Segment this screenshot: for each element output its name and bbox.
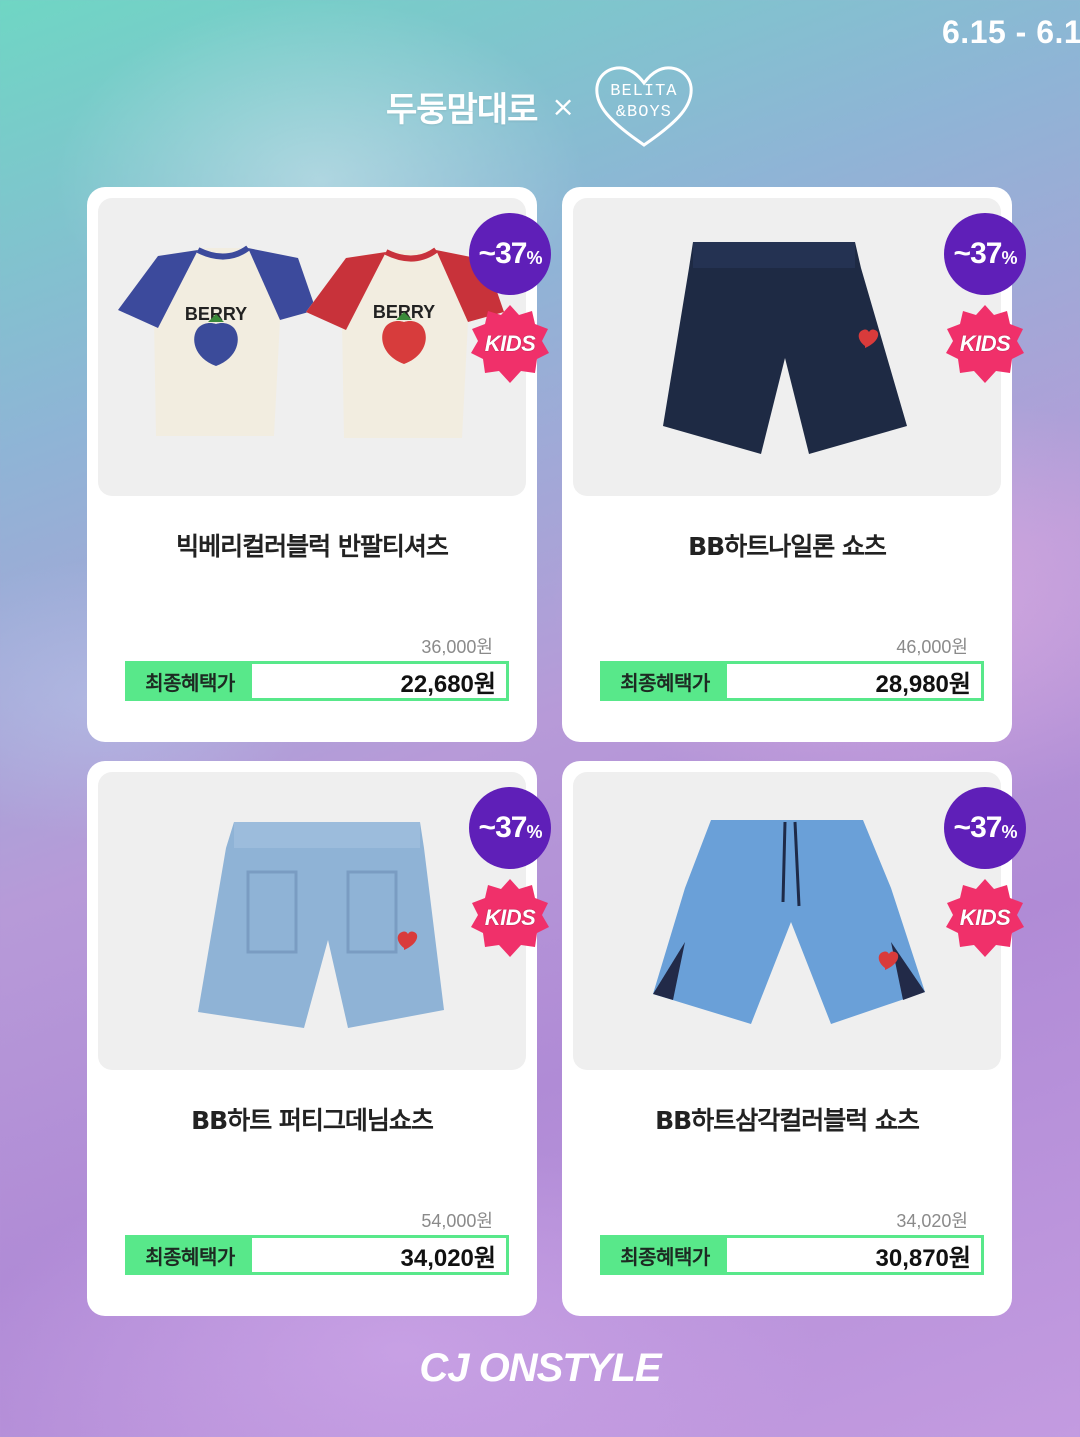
final-price: 30,870원 (875, 1244, 972, 1272)
brand-collab-logo: 두둥맘대로 × BELITA &BOYS (386, 60, 706, 152)
discount-badge: ~37% (944, 213, 1026, 295)
final-price-label: 최종혜택가 (603, 1238, 727, 1272)
final-price-bar: 최종혜택가 22,680원 (125, 661, 509, 701)
kids-badge: KIDS (469, 303, 551, 385)
kids-badge: KIDS (469, 877, 551, 959)
product-name[interactable]: BB하트 퍼티그데님쇼츠 (87, 1101, 537, 1137)
product-name[interactable]: 빅베리컬러블럭 반팔티셔츠 (87, 527, 537, 563)
belita-boys-heart-logo: BELITA &BOYS (589, 61, 699, 151)
discount-badge: ~37% (469, 787, 551, 869)
final-price-bar: 최종혜택가 34,020원 (125, 1235, 509, 1275)
final-price-label: 최종혜택가 (128, 664, 252, 698)
product-name[interactable]: BB하트삼각컬러블럭 쇼츠 (562, 1101, 1012, 1137)
discount-badge: ~37% (469, 213, 551, 295)
product-card[interactable]: ~37% KIDS BB하트나일론 쇼츠 46,000원 최종혜택가 28,98… (562, 187, 1026, 742)
final-price: 34,020원 (400, 1244, 497, 1272)
brand-korean-logo: 두둥맘대로 (386, 89, 538, 130)
original-price: 36,000원 (421, 637, 493, 657)
final-price: 28,980원 (875, 670, 972, 698)
final-price-label: 최종혜택가 (128, 1238, 252, 1272)
final-price: 22,680원 (400, 670, 497, 698)
product-image[interactable]: BERRY BERRY (98, 198, 526, 496)
kids-badge: KIDS (944, 303, 1026, 385)
product-name[interactable]: BB하트나일론 쇼츠 (562, 527, 1012, 563)
product-card[interactable]: BERRY BERRY ~37% KIDS 빅베리컬러블럭 반팔티셔츠 36,0… (87, 187, 551, 742)
final-price-bar: 최종혜택가 30,870원 (600, 1235, 984, 1275)
final-price-label: 최종혜택가 (603, 664, 727, 698)
product-card[interactable]: ~37% KIDS BB하트삼각컬러블럭 쇼츠 34,020원 최종혜택가 30… (562, 761, 1026, 1316)
promo-date-range: 6.15 - 6.18 (942, 14, 1080, 50)
final-price-bar: 최종혜택가 28,980원 (600, 661, 984, 701)
product-image[interactable] (573, 198, 1001, 496)
original-price: 46,000원 (896, 637, 968, 657)
collab-times-icon: × (551, 89, 575, 123)
product-card[interactable]: ~37% KIDS BB하트 퍼티그데님쇼츠 54,000원 최종혜택가 34,… (87, 761, 551, 1316)
cj-onstyle-logo: CJ ONSTYLE (419, 1346, 661, 1390)
original-price: 54,000원 (421, 1211, 493, 1231)
original-price: 34,020원 (896, 1211, 968, 1231)
discount-badge: ~37% (944, 787, 1026, 869)
kids-badge: KIDS (944, 877, 1026, 959)
product-image[interactable] (98, 772, 526, 1070)
product-image[interactable] (573, 772, 1001, 1070)
